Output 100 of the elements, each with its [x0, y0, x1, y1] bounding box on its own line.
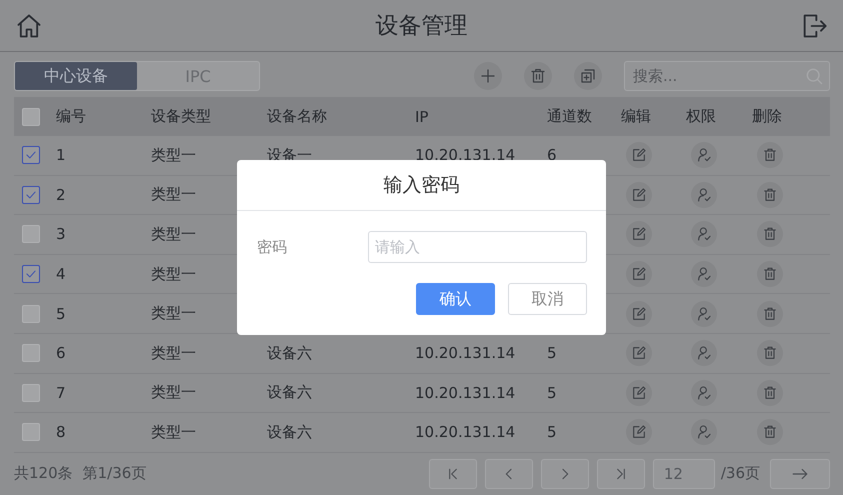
- permission-button[interactable]: [691, 182, 717, 208]
- permission-button[interactable]: [691, 142, 717, 168]
- column-header: 删除: [752, 107, 783, 126]
- delete-row-button[interactable]: [757, 221, 783, 248]
- table-cell: 设备六: [267, 383, 312, 402]
- table-cell: 10.20.131.14: [415, 423, 516, 442]
- table-cell: 类型一: [151, 146, 196, 165]
- table-cell: 类型一: [151, 383, 196, 402]
- table-cell: 4: [56, 265, 66, 284]
- permission-button[interactable]: [691, 221, 717, 248]
- edit-button[interactable]: [626, 182, 652, 208]
- trash-icon: [762, 186, 778, 203]
- select-all-checkbox[interactable]: [22, 108, 40, 126]
- user-check-icon: [696, 345, 712, 362]
- table-cell: 2: [56, 186, 66, 204]
- trash-icon: [762, 266, 778, 282]
- permission-button[interactable]: [691, 419, 717, 446]
- user-check-icon: [696, 424, 712, 440]
- trash-icon: [529, 67, 547, 85]
- table-cell: 1: [56, 146, 66, 164]
- table-cell: 类型一: [151, 304, 196, 324]
- row-checkbox[interactable]: [22, 384, 40, 402]
- row-checkbox[interactable]: [22, 225, 40, 244]
- field-label: 密码: [257, 238, 288, 256]
- page-title: 设备管理: [376, 12, 468, 41]
- column-header: 编号: [56, 107, 87, 126]
- row-checkbox[interactable]: [22, 423, 40, 442]
- user-check-icon: [696, 266, 712, 282]
- add-button[interactable]: [474, 62, 502, 90]
- row-checkbox[interactable]: [22, 146, 40, 164]
- delete-row-button[interactable]: [757, 300, 783, 327]
- table-cell: 5: [547, 384, 557, 402]
- table-cell: 类型一: [151, 185, 196, 204]
- search-field[interactable]: 搜索...: [624, 61, 830, 91]
- page-input[interactable]: 12: [652, 458, 715, 489]
- row-checkbox[interactable]: [22, 265, 40, 284]
- row-checkbox[interactable]: [22, 304, 40, 323]
- copy-plus-icon: [579, 67, 597, 85]
- trash-icon: [762, 147, 778, 164]
- plus-icon: [479, 67, 497, 85]
- delete-row-button[interactable]: [757, 182, 783, 208]
- edit-button[interactable]: [626, 419, 652, 446]
- delete-row-button[interactable]: [757, 380, 783, 406]
- page-indicator: 第1/36页: [82, 464, 146, 484]
- delete-row-button[interactable]: [757, 419, 783, 446]
- total-count: 共120条: [14, 464, 73, 484]
- edit-button[interactable]: [626, 340, 652, 366]
- table-cell: 3: [56, 225, 66, 244]
- edit-button[interactable]: [626, 380, 652, 406]
- table-cell: 5: [56, 304, 66, 323]
- column-header: 设备类型: [151, 107, 212, 126]
- permission-button[interactable]: [691, 261, 717, 288]
- delete-row-button[interactable]: [757, 142, 783, 168]
- table-cell: 类型一: [151, 224, 196, 244]
- permission-button[interactable]: [691, 340, 717, 366]
- user-check-icon: [696, 306, 712, 322]
- table-cell: 7: [56, 384, 66, 402]
- trash-icon: [762, 226, 778, 242]
- edit-button[interactable]: [626, 300, 652, 327]
- edit-icon: [631, 147, 647, 164]
- edit-button[interactable]: [626, 221, 652, 248]
- user-check-icon: [696, 384, 712, 401]
- password-field[interactable]: 请输入: [368, 231, 587, 263]
- edit-button[interactable]: [626, 142, 652, 168]
- page-count: /36页: [720, 464, 760, 484]
- column-header: 设备名称: [267, 107, 328, 126]
- trash-icon: [762, 306, 778, 322]
- row-checkbox[interactable]: [22, 186, 40, 204]
- user-check-icon: [696, 147, 712, 164]
- cancel-button[interactable]: 取消: [508, 283, 587, 315]
- table-cell: 10.20.131.14: [415, 384, 516, 402]
- edit-icon: [631, 226, 647, 242]
- tab[interactable]: 中心设备: [15, 62, 137, 90]
- table-cell: 类型一: [151, 264, 196, 284]
- delete-button[interactable]: [524, 62, 552, 90]
- table-cell: 5: [547, 423, 557, 442]
- table-cell: 类型一: [151, 344, 196, 363]
- edit-icon: [631, 384, 647, 401]
- column-header: 编辑: [621, 107, 652, 126]
- edit-icon: [631, 345, 647, 362]
- edit-icon: [631, 186, 647, 203]
- dialog-title: 输入密码: [237, 160, 606, 211]
- delete-row-button[interactable]: [757, 261, 783, 288]
- table-cell: 8: [56, 423, 66, 442]
- row-checkbox[interactable]: [22, 344, 40, 362]
- column-header: 权限: [686, 107, 717, 126]
- table-cell: 设备六: [267, 422, 312, 442]
- user-check-icon: [696, 186, 712, 203]
- permission-button[interactable]: [691, 380, 717, 406]
- delete-row-button[interactable]: [757, 340, 783, 366]
- table-cell: 5: [547, 344, 557, 362]
- column-header: IP: [415, 108, 430, 126]
- confirm-button[interactable]: 确认: [416, 283, 495, 315]
- trash-icon: [762, 424, 778, 440]
- permission-button[interactable]: [691, 300, 717, 327]
- copy-button[interactable]: [574, 62, 602, 90]
- table-cell: 设备六: [267, 344, 312, 363]
- edit-button[interactable]: [626, 261, 652, 288]
- edit-icon: [631, 424, 647, 440]
- edit-icon: [631, 306, 647, 322]
